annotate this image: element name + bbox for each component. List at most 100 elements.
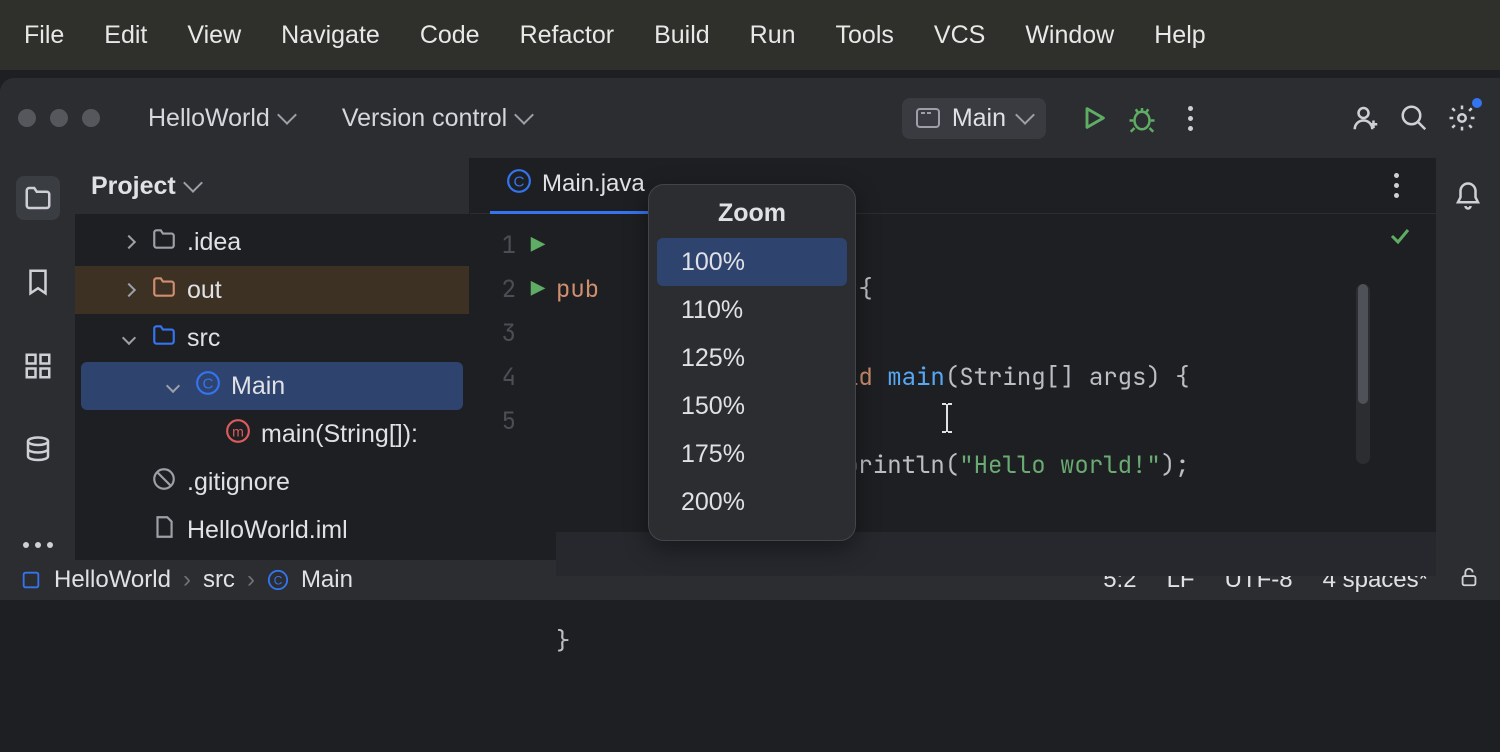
tab-actions-button[interactable] — [1376, 166, 1416, 206]
menu-vcs[interactable]: VCS — [914, 21, 1005, 50]
tree-item-main-class[interactable]: C Main — [81, 362, 463, 410]
zoom-option-125[interactable]: 125% — [657, 334, 847, 382]
breadcrumb-file[interactable]: Main — [301, 566, 353, 594]
class-icon: C — [506, 168, 532, 201]
zoom-popup-title: Zoom — [649, 199, 855, 228]
tree-label: out — [187, 276, 222, 305]
minimize-icon[interactable] — [50, 109, 68, 127]
menu-navigate[interactable]: Navigate — [261, 21, 400, 50]
run-config-label: Main — [952, 104, 1006, 133]
window-controls[interactable] — [18, 109, 100, 127]
svg-text:C: C — [274, 574, 283, 588]
chevron-right-icon — [122, 235, 136, 249]
tab-main-java[interactable]: C Main.java — [490, 158, 661, 214]
code-with-me-button[interactable] — [1346, 98, 1386, 138]
tree-item-src[interactable]: src — [75, 314, 469, 362]
menu-run[interactable]: Run — [730, 21, 816, 50]
run-configuration-selector[interactable]: Main — [902, 98, 1046, 139]
chevron-down-icon — [277, 105, 297, 125]
more-actions-button[interactable] — [1170, 98, 1210, 138]
project-tree[interactable]: .idea out src C Main m main(String[]): — [75, 214, 469, 554]
more-tools-button[interactable] — [23, 542, 53, 548]
svg-text:C: C — [203, 375, 214, 392]
run-gutter: ▶ ▶ — [520, 214, 556, 752]
breadcrumb-folder[interactable]: src — [203, 566, 235, 594]
menu-view[interactable]: View — [167, 21, 261, 50]
code-editor[interactable]: 1 2 3 4 5 ▶ ▶ pubxxxxxxxxxxxxxxxxn { xxx… — [470, 214, 1436, 752]
module-icon — [20, 569, 42, 591]
zoom-option-110[interactable]: 110% — [657, 286, 847, 334]
application-icon — [916, 108, 940, 128]
gitignore-icon — [151, 466, 177, 499]
tree-label: .idea — [187, 228, 241, 257]
project-panel-header[interactable]: Project — [75, 158, 469, 214]
tree-item-out[interactable]: out — [75, 266, 469, 314]
readonly-toggle[interactable] — [1458, 566, 1480, 595]
tree-label: main(String[]): — [261, 420, 418, 449]
editor-tabs: C Main.java — [470, 158, 1436, 214]
menu-refactor[interactable]: Refactor — [500, 21, 634, 50]
zoom-option-150[interactable]: 150% — [657, 382, 847, 430]
menu-window[interactable]: Window — [1005, 21, 1134, 50]
tree-label: HelloWorld.iml — [187, 516, 348, 545]
tree-label: src — [187, 324, 220, 353]
tree-label: .gitignore — [187, 468, 290, 497]
notifications-button[interactable] — [1448, 176, 1488, 216]
zoom-option-175[interactable]: 175% — [657, 430, 847, 478]
navigation-breadcrumb[interactable]: HelloWorld › src › C Main — [20, 566, 353, 594]
vcs-label: Version control — [342, 104, 507, 133]
editor-scrollbar[interactable] — [1356, 284, 1370, 464]
breadcrumb-separator-icon: › — [247, 566, 255, 594]
menu-tools[interactable]: Tools — [816, 21, 914, 50]
run-line-icon[interactable]: ▶ — [520, 224, 556, 268]
main-toolbar: HelloWorld Version control Main — [0, 78, 1500, 158]
zoom-option-200[interactable]: 200% — [657, 478, 847, 526]
folder-icon — [23, 183, 53, 213]
debug-button[interactable] — [1122, 98, 1162, 138]
structure-tool-button[interactable] — [16, 344, 60, 388]
method-icon: m — [225, 418, 251, 451]
folder-icon — [151, 274, 177, 307]
database-tool-button[interactable] — [16, 428, 60, 472]
folder-icon — [151, 226, 177, 259]
menu-build[interactable]: Build — [634, 21, 730, 50]
menu-file[interactable]: File — [4, 21, 84, 50]
maximize-icon[interactable] — [82, 109, 100, 127]
run-line-icon[interactable]: ▶ — [520, 268, 556, 312]
project-tool-button[interactable] — [16, 176, 60, 220]
bookmarks-tool-button[interactable] — [16, 260, 60, 304]
menu-code[interactable]: Code — [400, 21, 500, 50]
inspection-ok-icon[interactable] — [1388, 224, 1412, 256]
tree-item-gitignore[interactable]: .gitignore — [75, 458, 469, 506]
project-name-label: HelloWorld — [148, 104, 270, 133]
update-indicator-icon — [1472, 98, 1482, 108]
class-icon: C — [267, 569, 289, 591]
close-icon[interactable] — [18, 109, 36, 127]
tree-label: Main — [231, 372, 285, 401]
breadcrumb-root[interactable]: HelloWorld — [54, 566, 171, 594]
menu-edit[interactable]: Edit — [84, 21, 167, 50]
scrollbar-thumb[interactable] — [1358, 284, 1368, 404]
search-everywhere-button[interactable] — [1394, 98, 1434, 138]
tree-item-iml[interactable]: HelloWorld.iml — [75, 506, 469, 554]
settings-button[interactable] — [1442, 98, 1482, 138]
vcs-selector[interactable]: Version control — [332, 104, 541, 133]
line-number-gutter: 1 2 3 4 5 — [470, 214, 520, 752]
text-cursor-icon — [938, 402, 956, 439]
tree-item-idea[interactable]: .idea — [75, 218, 469, 266]
editor-area: C Main.java 1 2 3 4 5 ▶ ▶ pubxxxxxxxxxxx… — [470, 158, 1436, 560]
menu-help[interactable]: Help — [1134, 21, 1225, 50]
zoom-option-100[interactable]: 100% — [657, 238, 847, 286]
project-selector[interactable]: HelloWorld — [138, 104, 304, 133]
class-icon: C — [195, 370, 221, 403]
folder-icon — [151, 322, 177, 355]
svg-text:C: C — [514, 173, 525, 190]
chevron-down-icon — [122, 331, 136, 345]
tab-label: Main.java — [542, 170, 645, 198]
tree-item-main-method[interactable]: m main(String[]): — [75, 410, 469, 458]
right-tool-rail — [1436, 158, 1500, 560]
run-button[interactable] — [1074, 98, 1114, 138]
zoom-popup: Zoom 100% 110% 125% 150% 175% 200% — [648, 184, 856, 541]
project-sidebar: Project .idea out src C Mai — [75, 158, 470, 560]
bookmark-icon — [23, 267, 53, 297]
